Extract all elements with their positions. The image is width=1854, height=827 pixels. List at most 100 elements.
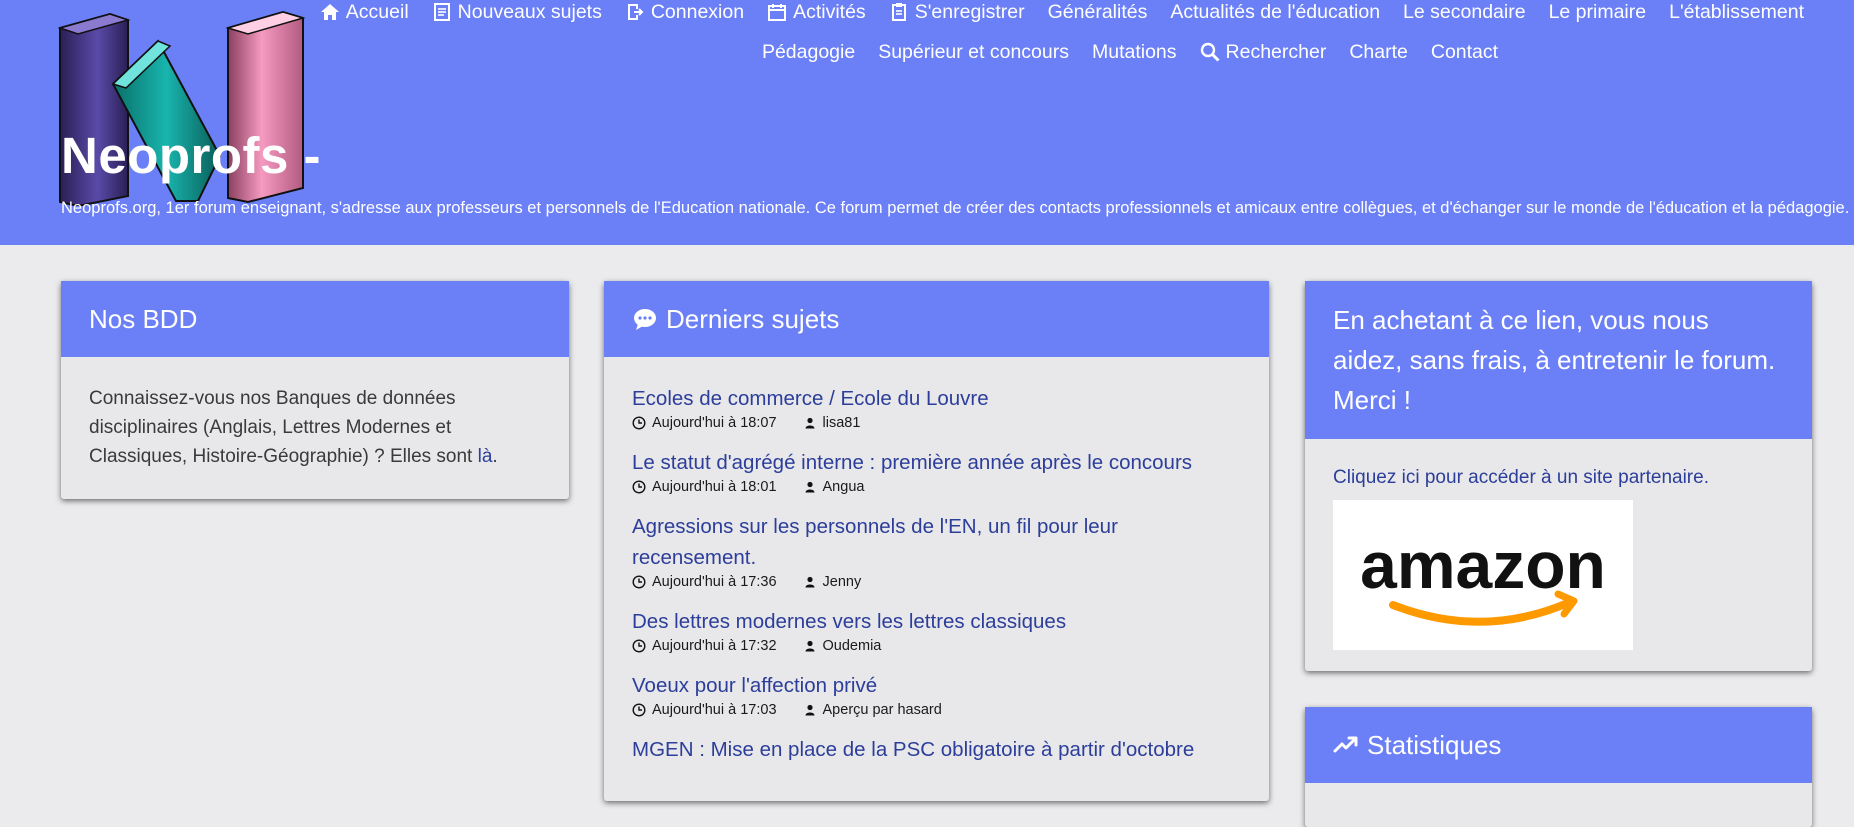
topic-title-link[interactable]: Agressions sur les personnels de l'EN, u… xyxy=(632,511,1241,573)
nav-nouveaux-sujets[interactable]: Nouveaux sujets xyxy=(432,0,602,24)
partner-link[interactable]: Cliquez ici pour accéder à un site parte… xyxy=(1333,463,1784,492)
nav-mutations[interactable]: Mutations xyxy=(1092,40,1177,64)
nav-contact[interactable]: Contact xyxy=(1431,40,1498,64)
topic-title-link[interactable]: MGEN : Mise en place de la PSC obligatoi… xyxy=(632,734,1241,765)
nav-enregistrer[interactable]: S'enregistrer xyxy=(889,0,1025,24)
bdd-link[interactable]: là xyxy=(478,446,493,467)
trending-up-icon xyxy=(1333,736,1358,753)
topic-meta: Aujourd'hui à 17:32 Oudemia xyxy=(632,638,1241,654)
nav-secondaire[interactable]: Le secondaire xyxy=(1403,0,1526,24)
topic-title-link[interactable]: Des lettres modernes vers les lettres cl… xyxy=(632,606,1241,637)
nav-label: Nouveaux sujets xyxy=(457,1,602,23)
topic-author[interactable]: Jenny xyxy=(823,574,862,590)
site-header: Accueil Nouveaux sujets Connexion Activi… xyxy=(0,0,1854,245)
partner-panel-header: En achetant à ce lien, vous nous aidez, … xyxy=(1305,281,1812,439)
topic-time: Aujourd'hui à 18:01 xyxy=(652,479,777,495)
nav-connexion[interactable]: Connexion xyxy=(625,0,744,24)
nav-row-1: Accueil Nouveaux sujets Connexion Activi… xyxy=(294,0,1854,24)
user-icon xyxy=(805,640,815,652)
topics-list: Ecoles de commerce / Ecole du Louvre Auj… xyxy=(604,357,1269,765)
topic-meta: Aujourd'hui à 17:03 Aperçu par hasard xyxy=(632,702,1241,718)
topic-meta: Aujourd'hui à 18:07 lisa81 xyxy=(632,415,1241,431)
calendar-icon xyxy=(768,4,787,21)
nav-label: Activités xyxy=(793,1,866,23)
topic-item: Ecoles de commerce / Ecole du Louvre Auj… xyxy=(632,383,1241,431)
nav-rechercher[interactable]: Rechercher xyxy=(1200,40,1327,64)
topic-meta: Aujourd'hui à 17:36 Jenny xyxy=(632,574,1241,590)
nav-label: Généralités xyxy=(1047,1,1148,23)
site-title[interactable]: Neoprofs - xyxy=(61,126,321,185)
clock-icon xyxy=(632,480,646,494)
bdd-text-end: . xyxy=(492,446,498,467)
nav-label: Pédagogie xyxy=(761,41,856,63)
bdd-text: Connaissez-vous nos Banques de données d… xyxy=(89,388,478,467)
topic-item: Des lettres modernes vers les lettres cl… xyxy=(632,606,1241,654)
nav-label: Le primaire xyxy=(1548,1,1647,23)
bdd-panel-header: Nos BDD xyxy=(61,281,569,357)
amazon-logo-image[interactable]: amazon xyxy=(1333,500,1633,650)
topic-author[interactable]: Oudemia xyxy=(823,638,882,654)
nav-label: Mutations xyxy=(1091,41,1177,63)
nav-label: L'établissement xyxy=(1669,1,1804,23)
topic-author[interactable]: Angua xyxy=(823,479,865,495)
login-icon xyxy=(627,4,644,20)
clock-icon xyxy=(632,639,646,653)
nav-etablissement[interactable]: L'établissement xyxy=(1669,0,1804,24)
chat-bubble-icon xyxy=(634,309,656,330)
latest-topics-panel: Derniers sujets Ecoles de commerce / Eco… xyxy=(604,281,1269,801)
topic-item: Voeux pour l'affection privé Aujourd'hui… xyxy=(632,670,1241,718)
nav-label: Connexion xyxy=(650,1,745,23)
topic-title-link[interactable]: Ecoles de commerce / Ecole du Louvre xyxy=(632,383,1241,414)
topic-item: MGEN : Mise en place de la PSC obligatoi… xyxy=(632,734,1241,765)
site-description: Neoprofs.org, 1er forum enseignant, s'ad… xyxy=(61,199,1850,217)
nav-label: Supérieur et concours xyxy=(878,41,1069,63)
topic-author[interactable]: lisa81 xyxy=(823,415,861,431)
stats-panel-title: Statistiques xyxy=(1367,729,1502,760)
user-icon xyxy=(805,704,815,716)
clock-icon xyxy=(632,703,646,717)
stats-panel-header: Statistiques xyxy=(1305,707,1812,783)
amazon-logo-icon: amazon xyxy=(1360,528,1606,626)
nav-label: S'enregistrer xyxy=(914,1,1025,23)
nav-label: Le secondaire xyxy=(1403,1,1526,23)
nav-pedagogie[interactable]: Pédagogie xyxy=(762,40,855,64)
topic-title-link[interactable]: Voeux pour l'affection privé xyxy=(632,670,1241,701)
bdd-panel: Nos BDD Connaissez-vous nos Banques de d… xyxy=(61,281,569,499)
topic-author[interactable]: Aperçu par hasard xyxy=(823,702,942,718)
nav-label: Charte xyxy=(1349,41,1408,63)
nav-generalites[interactable]: Généralités xyxy=(1048,0,1148,24)
nav-label: Actualités de l'éducation xyxy=(1170,1,1381,23)
latest-topics-title: Derniers sujets xyxy=(666,303,840,334)
nav-activites[interactable]: Activités xyxy=(767,0,866,24)
home-icon xyxy=(320,4,339,20)
clock-icon xyxy=(632,416,646,430)
new-topics-icon xyxy=(433,3,450,21)
topic-meta: Aujourd'hui à 18:01 Angua xyxy=(632,479,1241,495)
partner-panel: En achetant à ce lien, vous nous aidez, … xyxy=(1305,281,1812,671)
nav-accueil[interactable]: Accueil xyxy=(320,0,409,24)
clock-icon xyxy=(632,575,646,589)
nav-actualites[interactable]: Actualités de l'éducation xyxy=(1170,0,1380,24)
nav-primaire[interactable]: Le primaire xyxy=(1549,0,1647,24)
topic-item: Agressions sur les personnels de l'EN, u… xyxy=(632,511,1241,590)
user-icon xyxy=(805,576,815,588)
topic-time: Aujourd'hui à 17:03 xyxy=(652,702,777,718)
nav-charte[interactable]: Charte xyxy=(1349,40,1408,64)
nav-row-2: Pédagogie Supérieur et concours Mutation… xyxy=(294,40,1854,64)
topic-item: Le statut d'agrégé interne : première an… xyxy=(632,447,1241,495)
nav-label: Contact xyxy=(1430,41,1499,63)
nav-label: Rechercher xyxy=(1225,41,1327,63)
amazon-logo-text: amazon xyxy=(1360,528,1606,602)
partner-panel-body: Cliquez ici pour accéder à un site parte… xyxy=(1305,439,1812,678)
bdd-panel-title: Nos BDD xyxy=(89,303,198,334)
latest-topics-header: Derniers sujets xyxy=(604,281,1269,357)
search-icon xyxy=(1200,42,1220,62)
bdd-panel-body: Connaissez-vous nos Banques de données d… xyxy=(61,357,569,499)
topic-time: Aujourd'hui à 18:07 xyxy=(652,415,777,431)
topic-time: Aujourd'hui à 17:36 xyxy=(652,574,777,590)
nav-superieur[interactable]: Supérieur et concours xyxy=(878,40,1069,64)
user-icon xyxy=(805,481,815,493)
topic-time: Aujourd'hui à 17:32 xyxy=(652,638,777,654)
topic-title-link[interactable]: Le statut d'agrégé interne : première an… xyxy=(632,447,1241,478)
register-icon xyxy=(891,3,906,21)
